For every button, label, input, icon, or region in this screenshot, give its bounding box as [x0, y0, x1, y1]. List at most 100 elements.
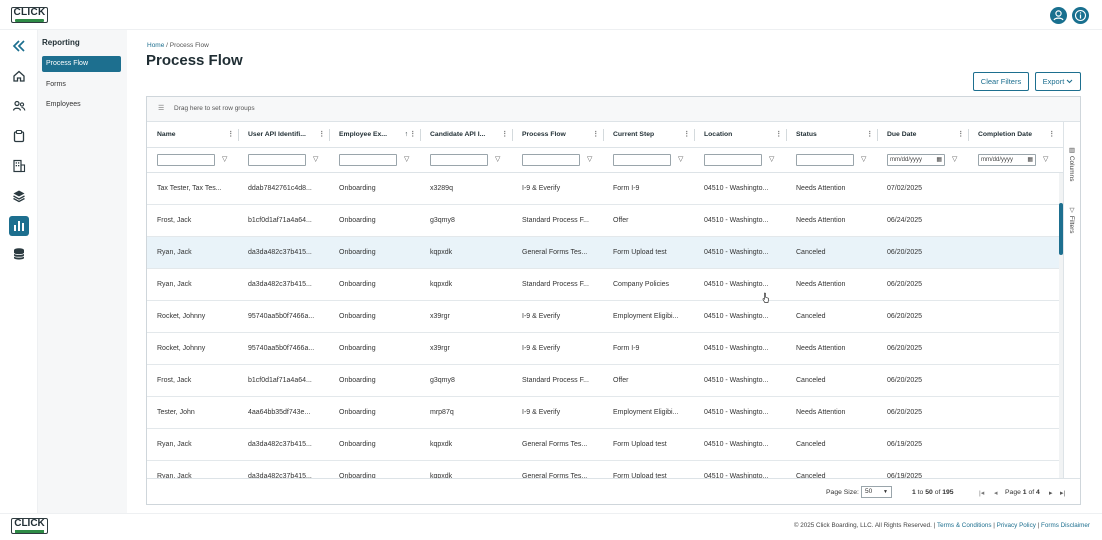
filter-funnel-icon[interactable]: ▽ [678, 155, 683, 163]
previous-page-icon[interactable]: ◂ [994, 489, 997, 497]
column-resize-handle[interactable] [603, 129, 604, 141]
info-circle-icon[interactable] [1072, 7, 1089, 24]
bar-chart-icon[interactable] [9, 216, 29, 236]
row-group-hint: Drag here to set row groups [174, 105, 255, 112]
column-menu-icon[interactable]: ⋮ [227, 122, 234, 148]
submenu-item-employees[interactable]: Employees [42, 97, 121, 113]
header-candidate-api-id[interactable]: Candidate API I... ⋮ [420, 122, 512, 148]
filter-funnel-icon[interactable]: ▽ [313, 155, 318, 163]
column-menu-icon[interactable]: ⋮ [683, 122, 690, 148]
column-menu-icon[interactable]: ⋮ [592, 122, 599, 148]
row-group-panel[interactable]: ☰ Drag here to set row groups [147, 97, 1080, 122]
range-to-word: to [917, 489, 924, 496]
cell-completion-date [968, 205, 1059, 236]
date-placeholder: mm/dd/yyyy [981, 157, 1014, 163]
page-size-select[interactable]: 50 ▼ [861, 486, 892, 498]
header-employee-ex[interactable]: Employee Ex... ↑ ⋮ [329, 122, 420, 148]
filter-funnel-icon[interactable]: ▽ [404, 155, 409, 163]
column-menu-icon[interactable]: ⋮ [409, 122, 416, 148]
filter-input-due-date[interactable]: mm/dd/yyyy ▦ [887, 154, 945, 166]
column-resize-handle[interactable] [694, 129, 695, 141]
filter-input-status[interactable] [796, 154, 854, 166]
filter-funnel-icon[interactable]: ▽ [952, 155, 957, 163]
submenu-item-forms[interactable]: Forms [42, 77, 121, 93]
filter-input-candidate-api-id[interactable] [430, 154, 488, 166]
column-resize-handle[interactable] [420, 129, 421, 141]
cell-process-flow: Standard Process F... [522, 377, 589, 384]
calendar-icon[interactable]: ▦ [936, 155, 942, 165]
filter-funnel-icon[interactable]: ▽ [769, 155, 774, 163]
cell-status: Needs Attention [796, 217, 846, 224]
submenu-item-process-flow[interactable]: Process Flow [42, 56, 121, 72]
header-user-api-id[interactable]: User API Identifi... ⋮ [238, 122, 329, 148]
table-row[interactable]: Rocket, Johnny 95740aa5b0f7466a... Onboard… [147, 301, 1063, 333]
building-icon[interactable] [9, 156, 29, 176]
export-button[interactable]: Export [1035, 72, 1081, 91]
filter-input-current-step[interactable] [613, 154, 671, 166]
header-completion-date[interactable]: Completion Date ⋮ [968, 122, 1059, 148]
home-icon[interactable] [9, 66, 29, 86]
table-row[interactable]: Ryan, Jack da3da482c37b415... Onboarding kq… [147, 269, 1063, 301]
column-menu-icon[interactable]: ⋮ [1048, 122, 1055, 148]
column-menu-icon[interactable]: ⋮ [866, 122, 873, 148]
column-resize-handle[interactable] [968, 129, 969, 141]
column-resize-handle[interactable] [877, 129, 878, 141]
column-resize-handle[interactable] [238, 129, 239, 141]
clipboard-icon[interactable] [9, 126, 29, 146]
cell-candidate-api-id: kqpxdk [430, 441, 453, 448]
filter-funnel-icon[interactable]: ▽ [861, 155, 866, 163]
next-page-icon[interactable]: ▸ [1049, 489, 1052, 497]
last-page-icon[interactable]: ▸| [1060, 489, 1065, 497]
first-page-icon[interactable]: |◂ [979, 489, 984, 497]
terms-link[interactable]: Terms & Conditions [937, 522, 992, 529]
table-row[interactable]: Frost, Jack b1cf0d1af71a4a64... Onboarding… [147, 365, 1063, 397]
people-icon[interactable] [9, 96, 29, 116]
privacy-link[interactable]: Privacy Policy [997, 522, 1036, 529]
table-row[interactable]: Ryan, Jack da3da482c37b415... Onboarding kq… [147, 237, 1063, 269]
column-menu-icon[interactable]: ⋮ [501, 122, 508, 148]
header-due-date[interactable]: Due Date ⋮ [877, 122, 968, 148]
calendar-icon[interactable]: ▦ [1027, 155, 1033, 165]
filter-funnel-icon[interactable]: ▽ [587, 155, 592, 163]
table-row[interactable]: Tax Tester, Tax Tes... ddab7842761c4d8...… [147, 173, 1063, 205]
cell-employee-ex: Onboarding [339, 345, 376, 352]
collapse-chevrons-icon[interactable] [9, 36, 29, 56]
header-status[interactable]: Status ⋮ [786, 122, 877, 148]
filter-input-location[interactable] [704, 154, 762, 166]
column-resize-handle[interactable] [786, 129, 787, 141]
filter-input-employee-ex[interactable] [339, 154, 397, 166]
column-resize-handle[interactable] [329, 129, 330, 141]
columns-tab[interactable]: ▥ Columns [1067, 146, 1075, 181]
filter-input-process-flow[interactable] [522, 154, 580, 166]
column-menu-icon[interactable]: ⋮ [957, 122, 964, 148]
filters-tab[interactable]: ▽ Filters [1067, 206, 1075, 234]
column-menu-icon[interactable]: ⋮ [775, 122, 782, 148]
header-current-step[interactable]: Current Step ⋮ [603, 122, 694, 148]
table-row[interactable]: Frost, Jack b1cf0d1af71a4a64... Onboarding… [147, 205, 1063, 237]
clear-filters-button[interactable]: Clear Filters [973, 72, 1029, 91]
filter-input-name[interactable] [157, 154, 215, 166]
table-row[interactable]: Ryan, Jack da3da482c37b415... Onboarding kq… [147, 429, 1063, 461]
header-label: User API Identifi... [248, 131, 306, 138]
table-row[interactable]: Tester, John 4aa64bb35df743e... Onboarding… [147, 397, 1063, 429]
user-circle-icon[interactable] [1050, 7, 1067, 24]
table-row[interactable]: Ryan, Jack da3da482c37b415... Onboarding kq… [147, 461, 1063, 478]
header-location[interactable]: Location ⋮ [694, 122, 786, 148]
database-icon[interactable] [9, 244, 29, 264]
filter-input-completion-date[interactable]: mm/dd/yyyy ▦ [978, 154, 1036, 166]
forms-disclaimer-link[interactable]: Forms Disclaimer [1041, 522, 1090, 529]
sort-ascending-icon[interactable]: ↑ [405, 122, 408, 148]
header-process-flow[interactable]: Process Flow ⋮ [512, 122, 603, 148]
click-boarding-logo[interactable]: CLICK [11, 7, 48, 23]
header-name[interactable]: Name ⋮ [147, 122, 238, 148]
filter-funnel-icon[interactable]: ▽ [495, 155, 500, 163]
filter-funnel-icon[interactable]: ▽ [1043, 155, 1048, 163]
column-resize-handle[interactable] [512, 129, 513, 141]
layers-icon[interactable] [9, 186, 29, 206]
table-row[interactable]: Rocket, Johnny 95740aa5b0f7466a... Onboard… [147, 333, 1063, 365]
column-menu-icon[interactable]: ⋮ [318, 122, 325, 148]
filter-input-user-api-id[interactable] [248, 154, 306, 166]
copyright: © 2025 Click Boarding, LLC. All Rights R… [793, 522, 932, 529]
filter-funnel-icon[interactable]: ▽ [222, 155, 227, 163]
breadcrumb-home[interactable]: Home [147, 42, 164, 49]
